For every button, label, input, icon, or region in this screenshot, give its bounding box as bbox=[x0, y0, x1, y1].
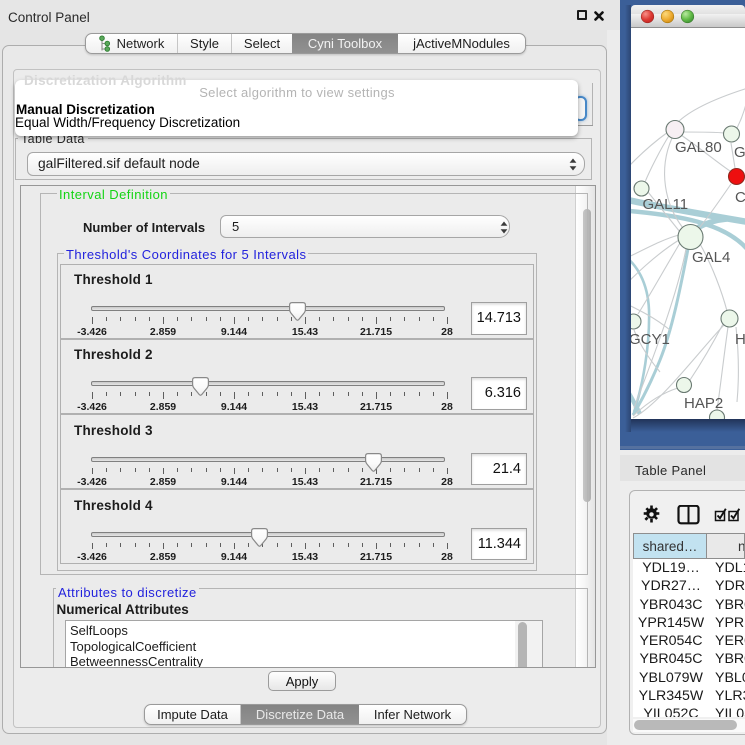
svg-text:GAL3: GAL3 bbox=[734, 144, 745, 161]
svg-text:GAL11: GAL11 bbox=[643, 196, 689, 213]
svg-text:GAL4: GAL4 bbox=[692, 249, 730, 266]
svg-text:HAP2: HAP2 bbox=[684, 395, 723, 412]
svg-text:CRP: CRP bbox=[735, 189, 745, 206]
svg-text:HA: HA bbox=[735, 331, 745, 348]
svg-text:GAL80: GAL80 bbox=[675, 139, 722, 156]
svg-text:GCY1: GCY1 bbox=[629, 331, 670, 348]
